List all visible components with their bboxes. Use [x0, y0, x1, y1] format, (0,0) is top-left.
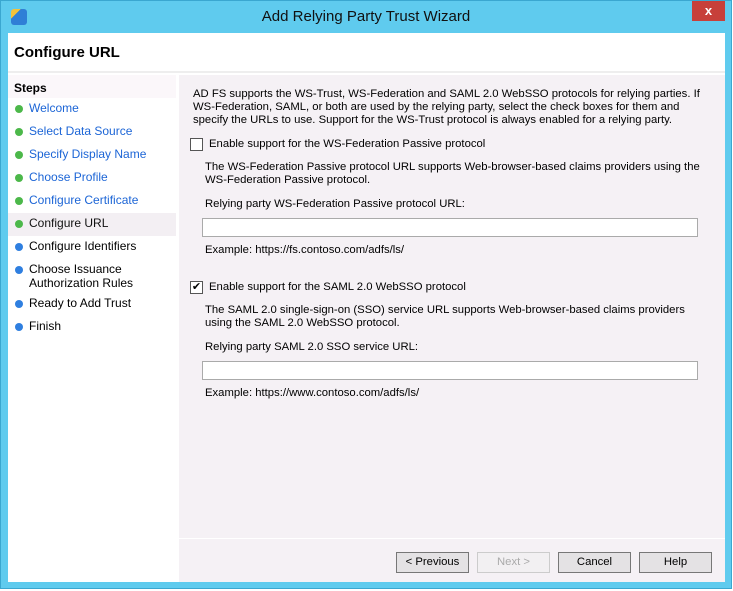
wsfed-checkbox-label[interactable]: Enable support for the WS-Federation Pas…	[209, 138, 485, 150]
saml-example: Example: https://www.contoso.com/adfs/ls…	[205, 387, 420, 399]
step-label: Configure URL	[29, 216, 109, 230]
step-status-icon	[15, 151, 23, 159]
step-status-icon	[15, 197, 23, 205]
step-item: Configure URL	[8, 213, 176, 236]
step-status-icon	[15, 323, 23, 331]
wsfed-url-label: Relying party WS-Federation Passive prot…	[205, 198, 465, 210]
step-label: Ready to Add Trust	[29, 296, 132, 310]
step-status-icon	[15, 300, 23, 308]
step-label: Choose Issuance Authorization Rules	[29, 262, 134, 290]
step-status-icon	[15, 243, 23, 251]
step-item: Ready to Add Trust	[8, 293, 176, 316]
intro-text: AD FS supports the WS-Trust, WS-Federati…	[193, 88, 700, 126]
next-button[interactable]: Next >	[477, 552, 550, 573]
step-label: Configure Certificate	[29, 193, 139, 207]
step-item: Finish	[8, 316, 176, 339]
saml-url-input[interactable]	[202, 361, 698, 380]
step-item: Specify Display Name	[8, 144, 176, 167]
window-title: Add Relying Party Trust Wizard	[261, 8, 471, 25]
help-button[interactable]: Help	[639, 552, 712, 573]
step-label: Choose Profile	[29, 170, 108, 184]
saml-checkbox-label[interactable]: Enable support for the SAML 2.0 WebSSO p…	[209, 281, 466, 293]
step-item: Configure Certificate	[8, 190, 176, 213]
saml-checkbox[interactable]: ✔	[190, 281, 203, 294]
step-label: Specify Display Name	[29, 147, 147, 161]
step-item: Choose Issuance Authorization Rules	[8, 259, 176, 293]
wizard-window: Add Relying Party Trust Wizard x Configu…	[0, 0, 732, 589]
cancel-button[interactable]: Cancel	[558, 552, 631, 573]
step-label: Configure Identifiers	[29, 239, 137, 253]
wizard-client: Configure URL Steps Welcome Select Data S…	[8, 33, 725, 582]
step-status-icon	[15, 128, 23, 136]
close-button[interactable]: x	[692, 1, 725, 21]
step-item: Select Data Source	[8, 121, 176, 144]
step-label: Finish	[29, 319, 62, 333]
step-label: Welcome	[29, 101, 79, 115]
step-status-icon	[15, 266, 23, 274]
page-title: Configure URL	[8, 33, 725, 73]
step-item: Welcome	[8, 98, 176, 121]
wsfed-url-input[interactable]	[202, 218, 698, 237]
wsfed-description: The WS-Federation Passive protocol URL s…	[205, 161, 700, 186]
step-status-icon	[15, 174, 23, 182]
saml-url-label: Relying party SAML 2.0 SSO service URL:	[205, 341, 419, 353]
step-status-icon	[15, 105, 23, 113]
steps-panel: Steps Welcome Select Data Source Specify D…	[8, 75, 176, 582]
previous-button[interactable]: < Previous	[396, 552, 469, 573]
saml-description: The SAML 2.0 single-sign-on (SSO) servic…	[205, 304, 685, 329]
step-label: Select Data Source	[29, 124, 133, 138]
wsfed-checkbox[interactable]	[190, 138, 203, 151]
step-item: Configure Identifiers	[8, 236, 176, 259]
content-panel: AD FS supports the WS-Trust, WS-Federati…	[179, 75, 725, 582]
wsfed-example: Example: https://fs.contoso.com/adfs/ls/	[205, 244, 405, 256]
step-status-icon	[15, 220, 23, 228]
steps-heading: Steps	[8, 75, 176, 98]
step-item: Choose Profile	[8, 167, 176, 190]
